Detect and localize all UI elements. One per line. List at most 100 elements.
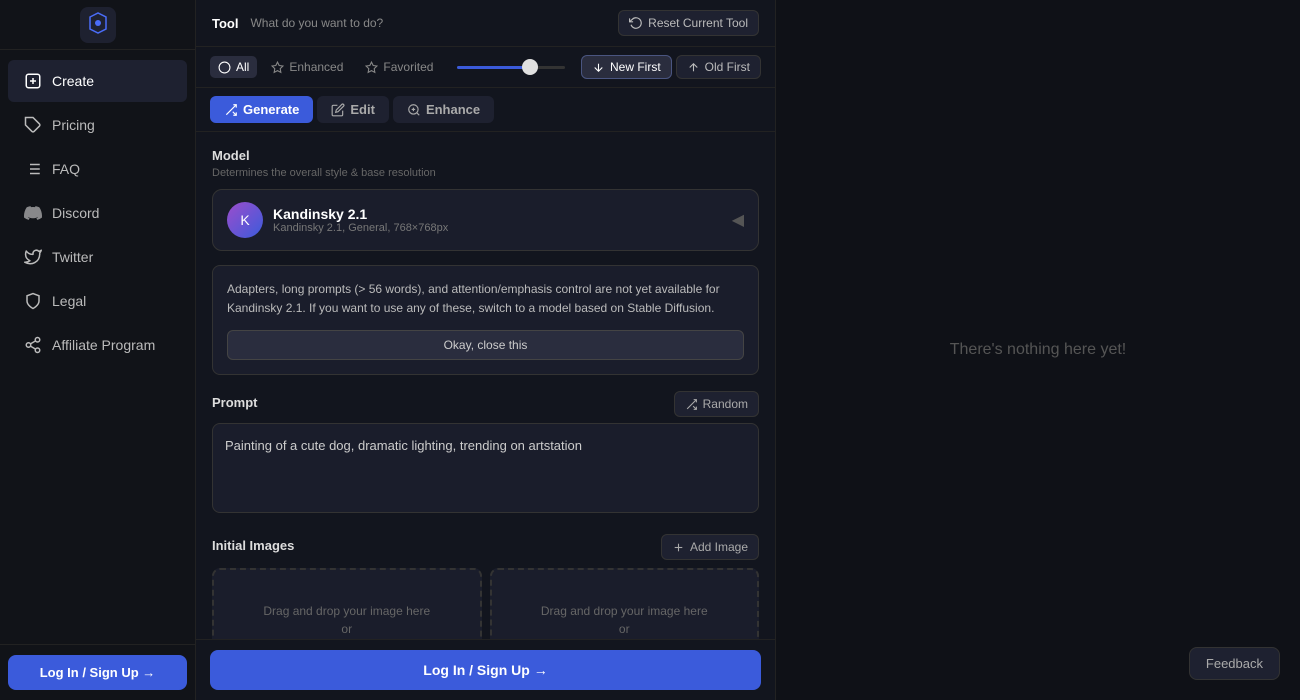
sort-slider-container bbox=[447, 66, 575, 69]
sidebar-item-label: Legal bbox=[52, 293, 86, 309]
sidebar-item-label: FAQ bbox=[52, 161, 80, 177]
tool-desc: What do you want to do? bbox=[250, 16, 383, 30]
model-section-label: Model bbox=[212, 148, 759, 163]
main-scroll-area: Model Determines the overall style & bas… bbox=[196, 132, 775, 639]
old-first-label: Old First bbox=[705, 60, 750, 74]
sidebar-item-label: Twitter bbox=[52, 249, 93, 265]
discord-icon bbox=[24, 204, 42, 222]
sidebar-item-label: Create bbox=[52, 73, 94, 89]
list-icon bbox=[24, 160, 42, 178]
all-icon bbox=[218, 61, 231, 74]
sidebar-item-label: Discord bbox=[52, 205, 99, 221]
generate-icon bbox=[224, 103, 238, 117]
image-slot-1[interactable]: Drag and drop your image here or Upload bbox=[212, 568, 482, 639]
enhanced-icon bbox=[271, 61, 284, 74]
image-slot-1-text: Drag and drop your image here or bbox=[263, 602, 430, 638]
sidebar-login-button[interactable]: Log In / Sign Up → bbox=[8, 655, 187, 690]
new-first-label: New First bbox=[610, 60, 661, 74]
feedback-label: Feedback bbox=[1206, 656, 1263, 671]
prompt-textarea[interactable]: Painting of a cute dog, dramatic lightin… bbox=[212, 423, 759, 513]
image-slot-2-wrapper: Drag and drop your image here or Upload … bbox=[490, 568, 760, 639]
image-slot-1-wrapper: Drag and drop your image here or Upload … bbox=[212, 568, 482, 639]
plus-square-icon bbox=[24, 72, 42, 90]
enhance-tab[interactable]: Enhance bbox=[393, 96, 494, 123]
main-login-button[interactable]: Log In / Sign Up → bbox=[210, 650, 761, 690]
topbar: Tool What do you want to do? Reset Curre… bbox=[196, 0, 775, 47]
add-image-button[interactable]: Add Image bbox=[661, 534, 759, 560]
model-name: Kandinsky 2.1 bbox=[273, 206, 448, 222]
alert-box: Adapters, long prompts (> 56 words), and… bbox=[212, 265, 759, 375]
main-bottom: Log In / Sign Up → bbox=[196, 639, 775, 700]
sortbar: All Enhanced Favorited New First bbox=[196, 47, 775, 88]
add-image-label: Add Image bbox=[690, 540, 748, 554]
old-first-button[interactable]: Old First bbox=[676, 55, 761, 79]
sidebar-login-label: Log In / Sign Up → bbox=[40, 665, 156, 680]
main-panel: Tool What do you want to do? Reset Curre… bbox=[196, 0, 776, 700]
sidebar-item-affiliate[interactable]: Affiliate Program bbox=[8, 324, 187, 366]
sort-all-label: All bbox=[236, 60, 249, 74]
model-card[interactable]: K Kandinsky 2.1 Kandinsky 2.1, General, … bbox=[212, 189, 759, 251]
enhance-icon bbox=[407, 103, 421, 117]
tool-label: Tool bbox=[212, 16, 238, 31]
old-first-icon bbox=[687, 61, 700, 74]
sidebar-item-create[interactable]: Create bbox=[8, 60, 187, 102]
reset-tool-label: Reset Current Tool bbox=[648, 16, 748, 30]
sidebar-item-twitter[interactable]: Twitter bbox=[8, 236, 187, 278]
image-slot-2-text: Drag and drop your image here or bbox=[541, 602, 708, 638]
model-section-sublabel: Determines the overall style & base reso… bbox=[212, 167, 759, 179]
sidebar-bottom: Log In / Sign Up → bbox=[0, 644, 195, 700]
model-desc: Kandinsky 2.1, General, 768×768px bbox=[273, 222, 448, 234]
add-icon bbox=[672, 541, 685, 554]
model-section: Model Determines the overall style & bas… bbox=[212, 148, 759, 251]
sort-all-button[interactable]: All bbox=[210, 56, 257, 78]
new-first-button[interactable]: New First bbox=[581, 55, 672, 79]
model-info: Kandinsky 2.1 Kandinsky 2.1, General, 76… bbox=[273, 206, 448, 234]
prompt-label: Prompt bbox=[212, 395, 258, 410]
initial-images-label: Initial Images bbox=[212, 538, 294, 553]
star-icon bbox=[365, 61, 378, 74]
image-slot-2[interactable]: Drag and drop your image here or Upload bbox=[490, 568, 760, 639]
enhance-tab-label: Enhance bbox=[426, 102, 480, 117]
alert-text: Adapters, long prompts (> 56 words), and… bbox=[227, 282, 720, 315]
sort-favorited-button[interactable]: Favorited bbox=[357, 56, 441, 78]
sort-enhanced-label: Enhanced bbox=[289, 60, 343, 74]
main-login-label: Log In / Sign Up → bbox=[423, 662, 547, 678]
model-arrow-icon: ◀ bbox=[732, 210, 744, 230]
sidebar-item-legal[interactable]: Legal bbox=[8, 280, 187, 322]
generate-tab-label: Generate bbox=[243, 102, 299, 117]
sidebar-item-pricing[interactable]: Pricing bbox=[8, 104, 187, 146]
sort-right-buttons: New First Old First bbox=[581, 55, 761, 79]
generate-tab[interactable]: Generate bbox=[210, 96, 313, 123]
share-icon bbox=[24, 336, 42, 354]
sort-enhanced-button[interactable]: Enhanced bbox=[263, 56, 351, 78]
shield-icon bbox=[24, 292, 42, 310]
new-first-icon bbox=[592, 61, 605, 74]
random-button[interactable]: Random bbox=[674, 391, 759, 417]
sort-favorited-label: Favorited bbox=[383, 60, 433, 74]
sidebar-item-faq[interactable]: FAQ bbox=[8, 148, 187, 190]
edit-tab[interactable]: Edit bbox=[317, 96, 389, 123]
sidebar-logo bbox=[0, 0, 195, 50]
tag-icon bbox=[24, 116, 42, 134]
sidebar-item-discord[interactable]: Discord bbox=[8, 192, 187, 234]
alert-close-label: Okay, close this bbox=[444, 338, 528, 352]
sidebar-nav: Create Pricing FAQ Discord Twit bbox=[0, 50, 195, 644]
initial-images-row: Initial Images Add Image bbox=[212, 534, 759, 560]
edit-tab-label: Edit bbox=[350, 102, 375, 117]
edit-icon bbox=[331, 103, 345, 117]
feedback-button[interactable]: Feedback bbox=[1189, 647, 1280, 680]
reset-tool-button[interactable]: Reset Current Tool bbox=[618, 10, 759, 36]
sort-slider[interactable] bbox=[457, 66, 565, 69]
alert-close-button[interactable]: Okay, close this bbox=[227, 330, 744, 360]
empty-message: There's nothing here yet! bbox=[950, 341, 1127, 359]
sidebar: Create Pricing FAQ Discord Twit bbox=[0, 0, 196, 700]
twitter-icon bbox=[24, 248, 42, 266]
images-grid: Drag and drop your image here or Upload … bbox=[212, 568, 759, 639]
sidebar-item-label: Pricing bbox=[52, 117, 95, 133]
random-label: Random bbox=[703, 397, 748, 411]
action-tabs: Generate Edit Enhance bbox=[196, 88, 775, 132]
prompt-row: Prompt Random bbox=[212, 391, 759, 417]
model-avatar: K bbox=[227, 202, 263, 238]
right-panel: There's nothing here yet! Feedback bbox=[776, 0, 1300, 700]
reset-icon bbox=[629, 16, 643, 30]
